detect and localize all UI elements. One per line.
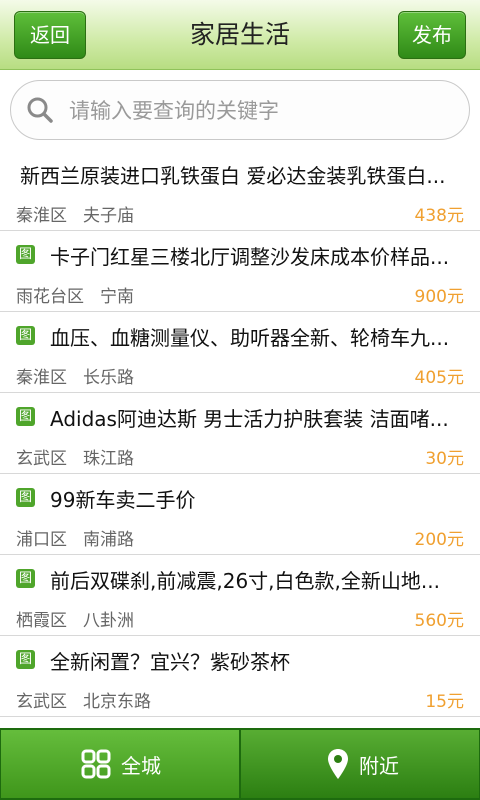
item-district: 浦口区: [16, 530, 67, 550]
item-district: 玄武区: [16, 449, 67, 469]
item-price: 15元: [425, 692, 464, 712]
tab-city[interactable]: 全城: [1, 730, 239, 798]
location-pin-icon: [328, 749, 348, 779]
image-tag-icon: 图: [16, 407, 35, 426]
item-area: 南浦路: [83, 530, 134, 550]
image-tag-icon: 图: [16, 488, 35, 507]
item-location: 玄武区 北京东路: [16, 687, 151, 712]
item-district: 秦淮区: [16, 206, 67, 226]
list-item[interactable]: 图 卡子门红星三楼北厅调整沙发床成本价样品... 雨花台区 宁南 900元: [0, 231, 480, 312]
tab-nearby-label: 附近: [359, 753, 399, 778]
app-header: 返回 家居生活 发布: [0, 0, 480, 70]
image-tag-icon: 图: [16, 326, 35, 345]
item-price: 438元: [414, 206, 464, 226]
image-tag-icon: 图: [16, 569, 35, 588]
search-bar[interactable]: [10, 80, 470, 140]
item-title: 前后双碟刹,前减震,26寸,白色款,全新山地...: [50, 569, 440, 593]
search-input[interactable]: [67, 89, 451, 133]
item-price: 900元: [414, 287, 464, 307]
list-item[interactable]: 新西兰原装进口乳铁蛋白 爱必达金装乳铁蛋白... 秦淮区 夫子庙 438元: [0, 150, 480, 231]
item-price: 560元: [414, 611, 464, 631]
item-location: 栖霞区 八卦洲: [16, 606, 134, 631]
item-district: 秦淮区: [16, 368, 67, 388]
item-area: 夫子庙: [83, 206, 134, 226]
item-title: 血压、血糖测量仪、助听器全新、轮椅车九...: [50, 326, 450, 350]
item-location: 秦淮区 长乐路: [16, 363, 134, 388]
item-district: 栖霞区: [16, 611, 67, 631]
item-price: 405元: [414, 368, 464, 388]
item-title: Adidas阿迪达斯 男士活力护肤套装 洁面啫...: [50, 407, 449, 431]
image-tag-icon: 图: [16, 245, 35, 264]
item-title: 新西兰原装进口乳铁蛋白 爱必达金装乳铁蛋白...: [20, 164, 446, 188]
item-location: 玄武区 珠江路: [16, 444, 134, 469]
item-area: 北京东路: [83, 692, 151, 712]
list-item[interactable]: 图 前后双碟刹,前减震,26寸,白色款,全新山地... 栖霞区 八卦洲 560元: [0, 555, 480, 636]
search-icon: [27, 97, 53, 123]
post-button[interactable]: 发布: [398, 11, 466, 59]
image-tag-icon: 图: [16, 650, 35, 669]
item-price: 200元: [414, 530, 464, 550]
list-item[interactable]: 图 99新车卖二手价 浦口区 南浦路 200元: [0, 474, 480, 555]
list-item[interactable]: 图 全新闲置？宜兴？紫砂茶杯 玄武区 北京东路 15元: [0, 636, 480, 717]
item-area: 八卦洲: [83, 611, 134, 631]
item-area: 长乐路: [83, 368, 134, 388]
list-item[interactable]: 图 血压、血糖测量仪、助听器全新、轮椅车九... 秦淮区 长乐路 405元: [0, 312, 480, 393]
item-title: 卡子门红星三楼北厅调整沙发床成本价样品...: [50, 245, 450, 269]
tab-city-label: 全城: [121, 753, 161, 778]
item-district: 玄武区: [16, 692, 67, 712]
item-title: 99新车卖二手价: [50, 488, 196, 512]
item-area: 珠江路: [83, 449, 134, 469]
item-location: 秦淮区 夫子庙: [16, 201, 134, 226]
bottom-tab-bar: 全城 附近: [0, 728, 480, 800]
listing-list: 新西兰原装进口乳铁蛋白 爱必达金装乳铁蛋白... 秦淮区 夫子庙 438元 图 卡…: [0, 150, 480, 717]
list-item[interactable]: 图 Adidas阿迪达斯 男士活力护肤套装 洁面啫... 玄武区 珠江路 30元: [0, 393, 480, 474]
item-area: 宁南: [100, 287, 134, 307]
item-location: 浦口区 南浦路: [16, 525, 134, 550]
item-district: 雨花台区: [16, 287, 84, 307]
grid-icon: [81, 749, 111, 779]
item-location: 雨花台区 宁南: [16, 282, 134, 307]
tab-nearby[interactable]: 附近: [241, 730, 479, 798]
item-title: 全新闲置？宜兴？紫砂茶杯: [50, 650, 290, 674]
item-price: 30元: [425, 449, 464, 469]
